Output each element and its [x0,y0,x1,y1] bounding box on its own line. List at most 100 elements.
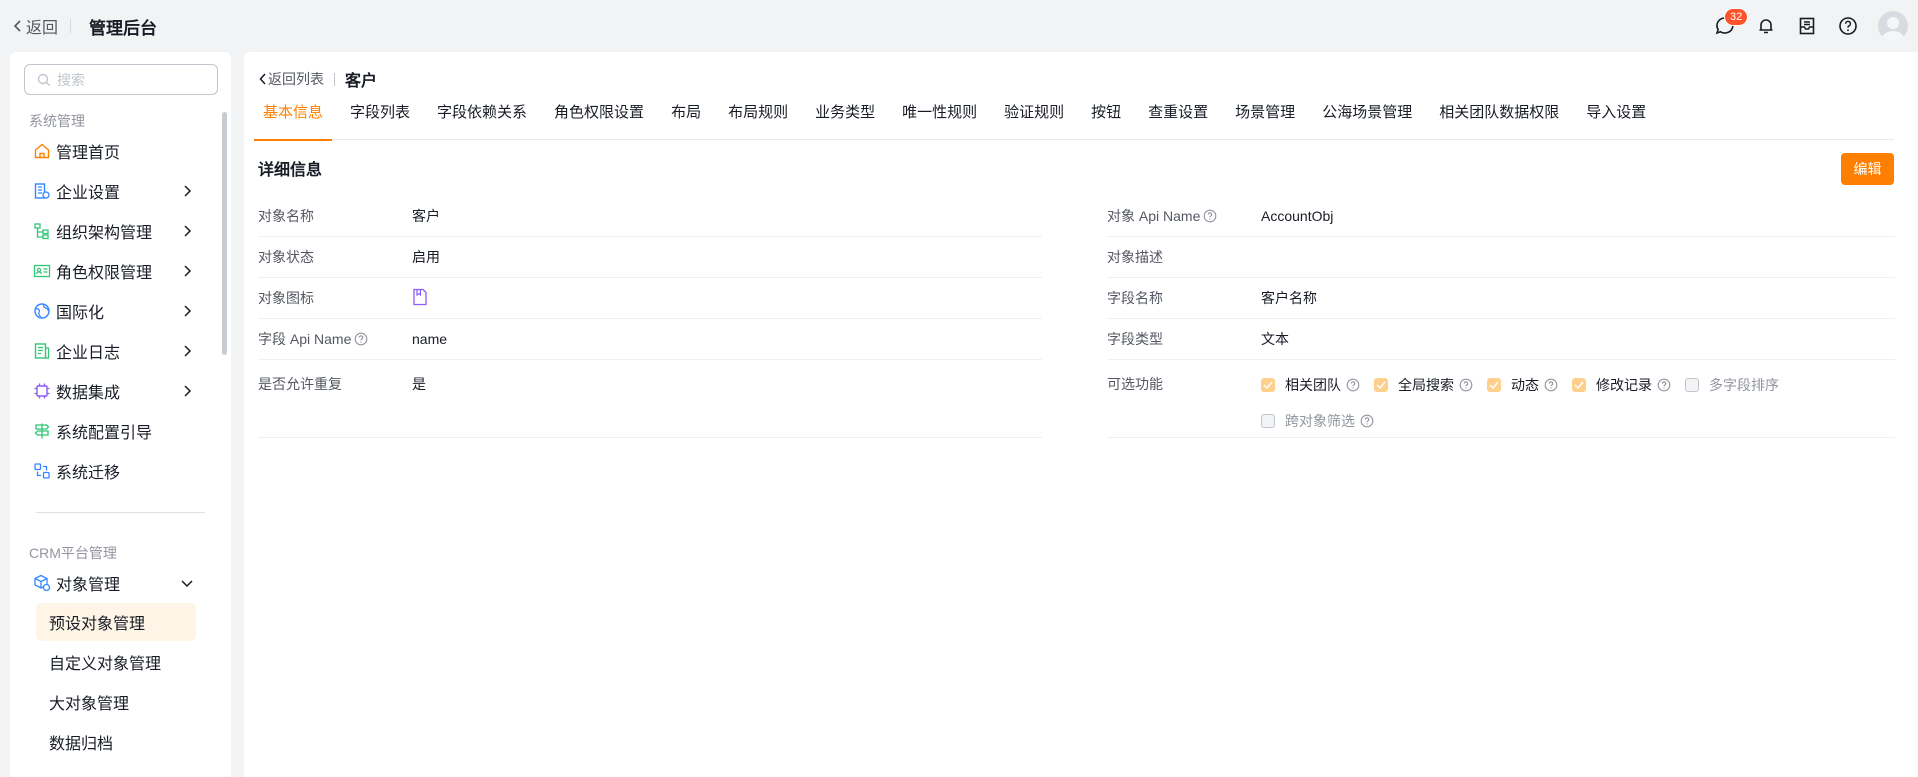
option-label: 全局搜索 [1398,377,1454,393]
sidebar-item-company[interactable]: 企业设置 [10,171,231,211]
tab-buttons[interactable]: 按钮 [1082,100,1130,140]
main-content: 返回列表 客户 基本信息 字段列表 字段依赖关系 角色权限设置 布局 布局规则 … [244,52,1918,777]
globe-icon [33,302,51,320]
field-row: 是否允许重复 是 [258,360,1042,438]
option-cross-object-filter[interactable]: 跨对象筛选 [1261,410,1374,432]
help-icon[interactable] [1459,378,1473,392]
checkbox-checked[interactable] [1374,378,1388,392]
sidebar-item-i18n[interactable]: 国际化 [10,291,231,331]
sidebar-item-home[interactable]: 管理首页 [10,131,231,171]
sidebar-item-label: 对象管理 [56,577,121,594]
back-to-list-label: 返回列表 [268,71,324,87]
checkbox-checked[interactable] [1261,378,1275,392]
tab-dedup-settings[interactable]: 查重设置 [1139,100,1217,140]
field-label: 可选功能 [1107,376,1163,392]
chevron-right-icon [184,385,192,397]
tab-business-type[interactable]: 业务类型 [806,100,884,140]
avatar[interactable] [1878,11,1908,41]
sidebar-subitem-data-archive[interactable]: 数据归档 [36,723,196,761]
tab-layout-rules[interactable]: 布局规则 [719,100,797,140]
back-button[interactable]: 返回 [12,14,58,38]
option-related-team[interactable]: 相关团队 [1261,374,1360,396]
sidebar-item-data-integration[interactable]: 数据集成 [10,371,231,411]
help-icon[interactable] [1203,209,1217,223]
tab-team-data-permission[interactable]: 相关团队数据权限 [1430,100,1568,140]
sidebar-subitem-custom-objects[interactable]: 自定义对象管理 [36,643,196,681]
back-to-list-link[interactable]: 返回列表 [258,69,324,89]
tab-layout[interactable]: 布局 [662,100,710,140]
top-icons: 32 [1714,0,1918,52]
tab-import-settings[interactable]: 导入设置 [1577,100,1655,140]
options-group: 相关团队 全局搜索 动态 修改记录 多字段排序 跨对象筛选 [1261,374,1861,446]
option-multi-field-sort[interactable]: 多字段排序 [1685,374,1779,396]
sidebar-subitem-big-objects[interactable]: 大对象管理 [36,683,196,721]
object-icon [33,574,51,592]
search-box[interactable] [24,64,218,95]
sidebar-subitem-label: 预设对象管理 [49,616,146,633]
sidebar-item-object-management[interactable]: 对象管理 [10,563,231,603]
tab-uniqueness-rules[interactable]: 唯一性规则 [893,100,986,140]
field-row: 对象描述 [1107,237,1895,278]
field-label: 对象图标 [258,290,314,306]
option-change-log[interactable]: 修改记录 [1572,374,1671,396]
section-title: 详细信息 [258,162,323,179]
top-bar: 返回 管理后台 32 [0,0,1918,52]
sidebar-item-label: 企业设置 [56,185,121,202]
chevron-right-icon [184,225,192,237]
sidebar-item-label: 国际化 [56,305,105,322]
search-icon [37,73,50,86]
field-row: 对象状态 启用 [258,237,1042,278]
tab-field-list[interactable]: 字段列表 [341,100,419,140]
help-button[interactable] [1837,15,1859,37]
sidebar-subitem-label: 数据归档 [49,736,114,753]
breadcrumb-divider [334,72,335,86]
help-icon[interactable] [354,332,368,346]
message-badge: 32 [1724,8,1749,26]
option-dynamic[interactable]: 动态 [1487,374,1558,396]
sidebar-item-org[interactable]: 组织架构管理 [10,211,231,251]
tab-scene-management[interactable]: 场景管理 [1226,100,1304,140]
sidebar-item-label: 角色权限管理 [56,265,153,282]
help-icon[interactable] [1360,414,1374,428]
search-input[interactable] [57,71,207,88]
sidebar-item-label: 系统迁移 [56,465,121,482]
section-title-system: 系统管理 [29,113,85,129]
field-label: 对象 Api Name [1107,208,1201,224]
home-icon [33,142,51,160]
tab-validation-rules[interactable]: 验证规则 [995,100,1073,140]
tab-public-pool-scene[interactable]: 公海场景管理 [1313,100,1421,140]
checkbox-checked[interactable] [1487,378,1501,392]
sidebar-item-migrate[interactable]: 系统迁移 [10,451,231,491]
company-icon [33,182,51,200]
checkbox-unchecked[interactable] [1685,378,1699,392]
sidebar-subitem-preset-objects[interactable]: 预设对象管理 [36,603,196,641]
field-row: 字段名称 客户名称 [1107,278,1895,319]
sidebar-item-log[interactable]: 企业日志 [10,331,231,371]
inbox-button[interactable] [1796,15,1818,37]
sidebar-subitem-label: 大对象管理 [49,696,130,713]
sidebar-item-role[interactable]: 角色权限管理 [10,251,231,291]
notification-button[interactable] [1755,15,1777,37]
help-icon[interactable] [1346,378,1360,392]
help-icon[interactable] [1657,378,1671,392]
tab-role-permission[interactable]: 角色权限设置 [545,100,653,140]
sidebar-item-config-guide[interactable]: 系统配置引导 [10,411,231,451]
checkbox-unchecked[interactable] [1261,414,1275,428]
details-left-column: 对象名称 客户 对象状态 启用 对象图标 字段 Api Name name 是否… [258,196,1042,438]
help-icon[interactable] [1544,378,1558,392]
tab-field-dependency[interactable]: 字段依赖关系 [428,100,536,140]
edit-button[interactable]: 编辑 [1841,153,1894,185]
option-label: 跨对象筛选 [1285,413,1355,429]
checkbox-checked[interactable] [1572,378,1586,392]
field-label-wrap: 对象 Api Name [1107,206,1261,226]
option-global-search[interactable]: 全局搜索 [1374,374,1473,396]
field-label: 对象状态 [258,249,314,265]
chevron-down-icon [181,580,193,588]
app-title: 管理后台 [89,18,158,38]
user-icon [1881,17,1905,41]
field-value: 启用 [412,249,440,265]
sidebar: 系统管理 管理首页 企业设置 组织架构管理 角色权限管理 国际化 企业日志 数据… [10,52,231,777]
tab-basic-info[interactable]: 基本信息 [254,100,333,141]
sidebar-item-label: 数据集成 [56,385,121,402]
message-button[interactable]: 32 [1714,8,1749,37]
